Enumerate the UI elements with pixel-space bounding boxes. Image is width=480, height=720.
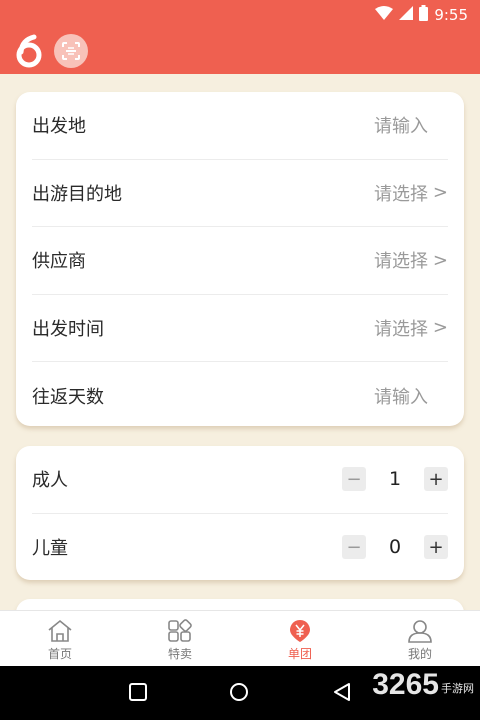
next-card: [16, 599, 464, 610]
chevron-right-icon: >: [432, 182, 448, 204]
trip-form-card: 出发地 请输入 出游目的地 请选择 > 供应商 请选择 > 出发时间 请选择 >…: [16, 92, 464, 426]
back-triangle-icon: [334, 683, 350, 701]
adult-count: 1: [388, 468, 402, 491]
yuan-icon: [290, 620, 310, 642]
logo-icon: [14, 34, 44, 68]
tab-label: 特卖: [167, 647, 192, 661]
tab-mine[interactable]: 我的: [360, 611, 480, 666]
field-label: 供应商: [32, 251, 86, 273]
departure-time-field[interactable]: 出发时间 请选择 >: [32, 295, 448, 362]
wifi-icon: [375, 6, 394, 24]
square-icon: [129, 683, 147, 701]
child-plus-button[interactable]: +: [424, 535, 448, 560]
home-icon: [48, 619, 72, 642]
main-content: 出发地 请输入 出游目的地 请选择 > 供应商 请选择 > 出发时间 请选择 >…: [0, 74, 480, 610]
adult-minus-button[interactable]: −: [342, 467, 366, 492]
trip-days-field[interactable]: 往返天数 请输入: [32, 362, 448, 430]
child-count: 0: [388, 536, 402, 559]
field-placeholder: 请选择: [374, 318, 428, 340]
circle-icon: [230, 683, 248, 701]
watermark: 3265 手游网: [372, 668, 474, 702]
child-row: 儿童 − 0 +: [32, 514, 448, 582]
field-placeholder: 请选择: [374, 251, 428, 273]
user-icon: [408, 620, 432, 643]
field-label: 出游目的地: [32, 183, 122, 205]
signal-icon: [399, 6, 414, 24]
tab-label: 首页: [47, 647, 72, 661]
child-stepper: − 0 +: [342, 535, 448, 560]
adult-plus-button[interactable]: +: [424, 467, 448, 492]
supplier-field[interactable]: 供应商 请选择 >: [32, 227, 448, 295]
tab-group[interactable]: 单团: [240, 611, 360, 666]
scan-icon: [62, 42, 80, 60]
field-placeholder: 请输入: [374, 386, 428, 408]
watermark-subtext: 手游网: [441, 683, 474, 695]
tab-sale[interactable]: 特卖: [120, 611, 240, 666]
tab-label: 单团: [287, 647, 312, 661]
field-placeholder: 请选择: [374, 183, 428, 205]
watermark-text: 3265: [372, 668, 439, 701]
tab-label: 我的: [407, 647, 432, 661]
grid-icon: [168, 619, 192, 642]
travelers-card: 成人 − 1 + 儿童 − 0 +: [16, 446, 464, 580]
adult-stepper: − 1 +: [342, 467, 448, 492]
field-label: 出发时间: [32, 318, 104, 340]
home-button[interactable]: [229, 682, 249, 706]
recents-button[interactable]: [128, 682, 148, 706]
status-time: 9:55: [434, 6, 468, 24]
app-header: [0, 30, 480, 74]
back-button[interactable]: [332, 682, 352, 706]
status-bar: 9:55: [0, 0, 480, 30]
departure-field[interactable]: 出发地 请输入: [32, 92, 448, 160]
chevron-right-icon: >: [432, 249, 448, 271]
battery-icon: [419, 5, 429, 25]
chevron-right-icon: >: [432, 317, 448, 339]
destination-field[interactable]: 出游目的地 请选择 >: [32, 160, 448, 227]
field-label: 出发地: [32, 116, 86, 138]
adult-label: 成人: [32, 470, 68, 492]
bottom-tab-bar: 首页 特卖 单团 我的: [0, 610, 480, 666]
field-label: 往返天数: [32, 386, 104, 408]
field-placeholder: 请输入: [374, 116, 428, 138]
adult-row: 成人 − 1 +: [32, 446, 448, 514]
scan-button[interactable]: [54, 34, 88, 68]
child-minus-button[interactable]: −: [342, 535, 366, 560]
child-label: 儿童: [32, 538, 68, 560]
tab-home[interactable]: 首页: [0, 611, 120, 666]
